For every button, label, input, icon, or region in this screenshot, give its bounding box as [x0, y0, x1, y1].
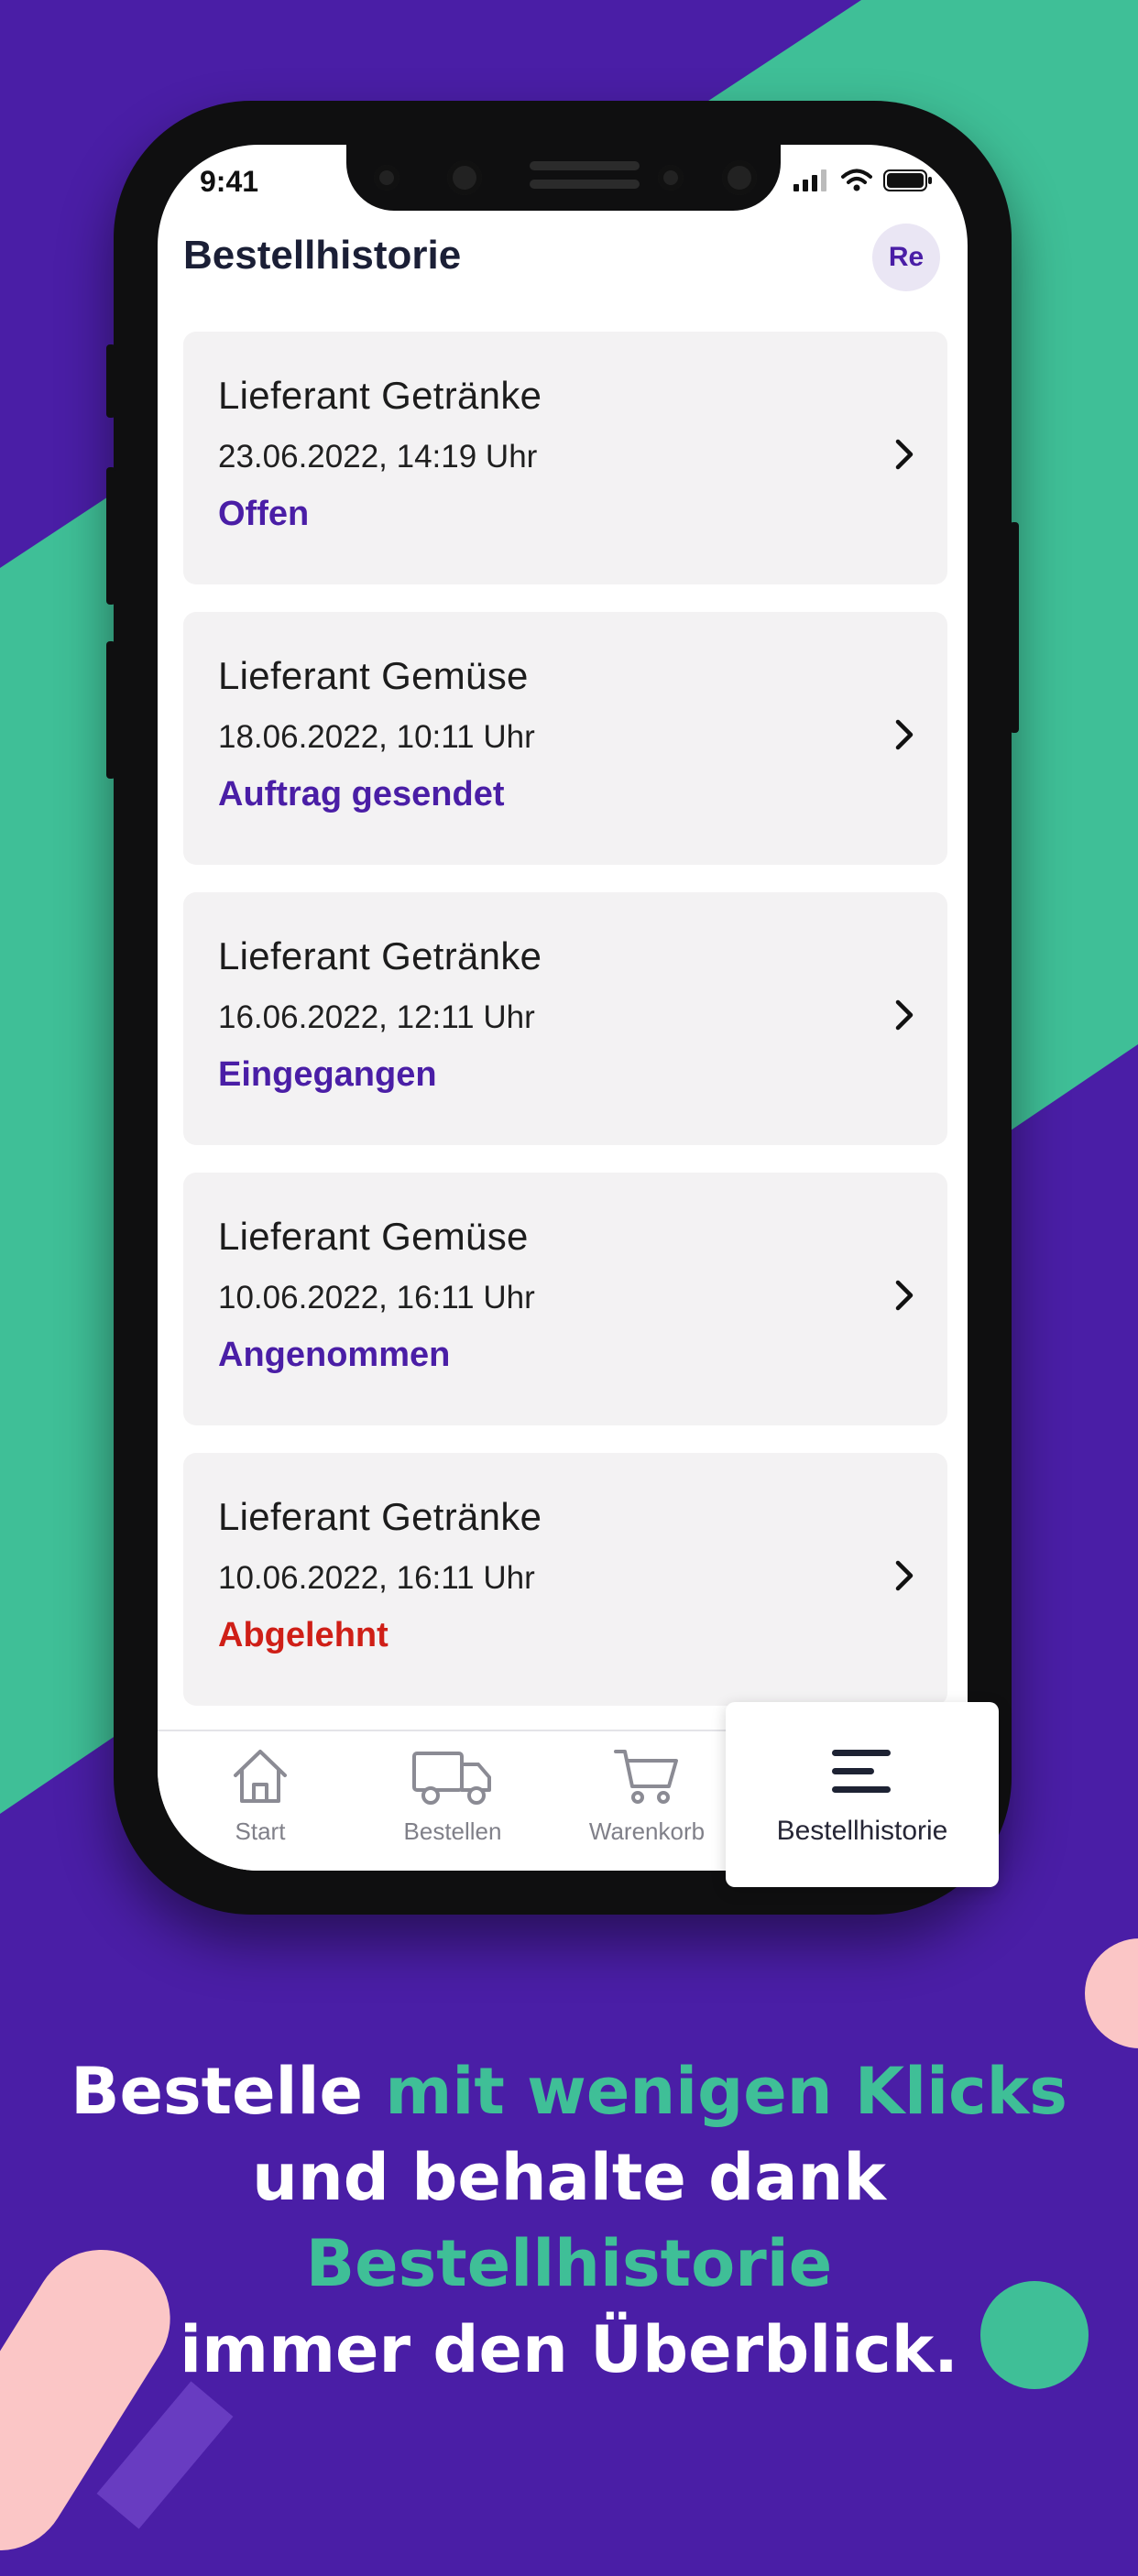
chevron-right-icon [895, 999, 914, 1031]
order-supplier: Lieferant Getränke [218, 1495, 542, 1538]
order-datetime: 16.06.2022, 12:11 Uhr [218, 999, 535, 1035]
order-supplier: Lieferant Gemüse [218, 1215, 529, 1258]
truck-icon [412, 1752, 491, 1805]
sensor-dot [374, 165, 399, 191]
tab-bestellhistorie[interactable]: Bestellhistorie [726, 1702, 999, 1887]
chevron-right-icon [895, 1280, 914, 1311]
phone-silent-switch [106, 344, 115, 418]
cart-icon [614, 1750, 678, 1804]
order-supplier: Lieferant Gemüse [218, 654, 529, 697]
headline-line-2: und behalte dank Bestellhistorie [0, 2134, 1138, 2307]
status-time: 9:41 [200, 165, 259, 198]
sensor-dot-right [658, 165, 684, 191]
chevron-right-icon [895, 719, 914, 750]
order-card-2[interactable]: Lieferant Gemüse 18.06.2022, 10:11 Uhr A… [183, 612, 947, 865]
status-icons [793, 169, 933, 192]
order-status: Angenommen [218, 1336, 451, 1374]
chevron-right-icon [895, 439, 914, 470]
wifi-icon [841, 169, 872, 191]
order-card-1[interactable]: Lieferant Getränke 23.06.2022, 14:19 Uhr… [183, 332, 947, 584]
tab-bestellen[interactable]: Bestellen [361, 1744, 544, 1854]
tab-start[interactable]: Start [169, 1744, 352, 1854]
avatar[interactable]: Re [872, 224, 940, 291]
headline-text: Bestelle [71, 2054, 386, 2129]
headline-highlight: Bestellhistorie [305, 2226, 833, 2301]
order-datetime: 10.06.2022, 16:11 Uhr [218, 1280, 535, 1315]
phone-notch [346, 145, 781, 211]
order-datetime: 10.06.2022, 16:11 Uhr [218, 1560, 535, 1596]
order-card-3[interactable]: Lieferant Getränke 16.06.2022, 12:11 Uhr… [183, 892, 947, 1145]
order-card-5[interactable]: Lieferant Getränke 10.06.2022, 16:11 Uhr… [183, 1453, 947, 1706]
order-card-4[interactable]: Lieferant Gemüse 10.06.2022, 16:11 Uhr A… [183, 1173, 947, 1425]
order-supplier: Lieferant Getränke [218, 934, 542, 977]
order-datetime: 23.06.2022, 14:19 Uhr [218, 439, 538, 475]
signal-icon [793, 169, 826, 191]
headline-line-1: Bestelle mit wenigen Klicks [0, 2048, 1138, 2134]
app-screen: 9:41 Bestellhistorie Re Lieferant Geträn… [158, 145, 968, 1871]
headline-highlight: mit wenigen Klicks [385, 2054, 1067, 2129]
home-icon [234, 1750, 287, 1803]
order-list: Lieferant Getränke 23.06.2022, 14:19 Uhr… [183, 332, 947, 1733]
tab-warenkorb[interactable]: Warenkorb [555, 1744, 739, 1854]
order-datetime: 18.06.2022, 10:11 Uhr [218, 719, 535, 755]
speaker-grille [530, 161, 640, 170]
chevron-right-icon [895, 1560, 914, 1591]
camera-icon [447, 160, 482, 195]
order-status: Auftrag gesendet [218, 775, 505, 813]
page-title: Bestellhistorie [183, 233, 462, 278]
phone-volume-down [106, 641, 115, 779]
tab-label: Bestellen [403, 1817, 502, 1845]
order-supplier: Lieferant Getränke [218, 374, 542, 417]
marketing-headline: Bestelle mit wenigen Klicks und behalte … [0, 2048, 1138, 2393]
tab-label: Bestellhistorie [776, 1816, 948, 1846]
order-status: Eingegangen [218, 1055, 437, 1094]
tab-label: Warenkorb [588, 1817, 706, 1845]
history-icon [832, 1750, 891, 1793]
order-status: Abgelehnt [218, 1616, 388, 1654]
phone-mockup: 9:41 Bestellhistorie Re Lieferant Geträn… [106, 101, 1019, 1915]
phone-volume-up [106, 467, 115, 605]
face-sensor-icon [722, 160, 757, 195]
headline-text: und behalte dank [252, 2140, 886, 2215]
phone-power-button [1010, 522, 1019, 733]
battery-icon [883, 169, 932, 191]
speaker-grille-lower [530, 180, 640, 189]
tab-label: Start [235, 1817, 286, 1845]
headline-line-3: immer den Überblick. [180, 2312, 958, 2387]
order-status: Offen [218, 495, 310, 533]
